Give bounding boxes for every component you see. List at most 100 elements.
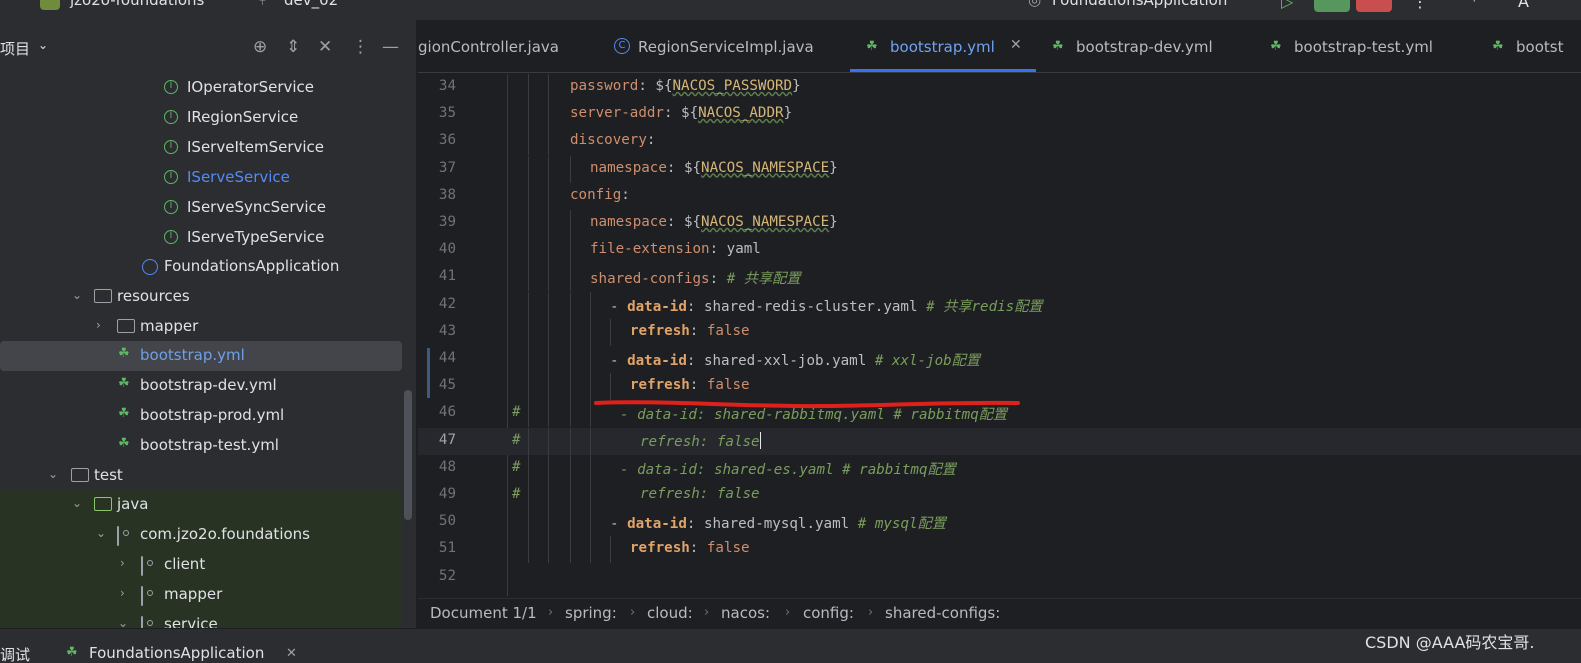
code-line[interactable]: 42 - data-id: shared-redis-cluster.yaml #… [418, 291, 1581, 319]
line-number[interactable]: 45 [418, 377, 456, 393]
chevron-down-icon[interactable]: ⌄ [38, 38, 48, 52]
tab-region-service-impl[interactable]: C RegionServiceImpl.java [608, 20, 838, 72]
tree-item-selected[interactable]: ☘ bootstrap.yml [0, 341, 402, 371]
code-line[interactable]: 47 # refresh: false [418, 427, 1581, 455]
tree-item[interactable]: I IOperatorService [0, 73, 402, 103]
line-number[interactable]: 39 [418, 214, 456, 230]
code-line[interactable]: 52 [418, 564, 1581, 591]
close-icon[interactable]: ✕ [286, 646, 297, 661]
code-line[interactable]: 44 - data-id: shared-xxl-job.yaml # xxl-j… [418, 346, 1581, 373]
tree-item[interactable]: ⌄ service [0, 610, 402, 628]
tab-region-controller[interactable]: gionController.java [418, 20, 598, 72]
options-icon[interactable]: ⋮ [352, 37, 369, 57]
code-line[interactable]: 51 refresh: false [418, 536, 1581, 564]
collapse-all-icon[interactable]: ✕ [318, 37, 332, 57]
chevron-down-icon[interactable]: ⌄ [118, 616, 128, 628]
translate-icon[interactable]: A [1518, 0, 1529, 11]
tree-item[interactable]: ⌄ com.jzo2o.foundations [0, 520, 402, 550]
code-line[interactable]: 38 config: [418, 182, 1581, 210]
line-number[interactable]: 46 [418, 404, 456, 420]
chevron-right-icon[interactable]: › [96, 318, 101, 332]
code-line[interactable]: 39 namespace: ${NACOS_NAMESPACE} [418, 210, 1581, 237]
breadcrumb-item[interactable]: config: [803, 604, 854, 622]
breadcrumb-item[interactable]: shared-configs: [885, 604, 1000, 622]
tree-item[interactable]: ⌄ resources [0, 282, 402, 312]
code-line[interactable]: 35 server-addr: ${NACOS_ADDR} [418, 101, 1581, 129]
tab-bootstrap-test-yml[interactable]: ☘ bootstrap-test.yml [1270, 20, 1480, 72]
project-badge-icon[interactable] [40, 0, 60, 10]
code-line[interactable]: 48 # - data-id: shared-es.yaml # rabbitmq配… [418, 454, 1581, 482]
line-number[interactable]: 44 [418, 350, 456, 366]
code-line[interactable]: 50 - data-id: shared-mysql.yaml # mysql配置 [418, 509, 1581, 537]
chevron-right-icon[interactable]: › [120, 586, 125, 600]
line-number[interactable]: 42 [418, 296, 456, 312]
chevron-down-icon[interactable]: ⌄ [72, 496, 82, 510]
run-config-tab[interactable]: FoundationsApplication [89, 644, 264, 662]
tree-item[interactable]: ☘ bootstrap-test.yml [0, 431, 402, 461]
tree-item[interactable]: I IServeTypeService [0, 223, 402, 253]
code-line[interactable]: 40 file-extension: yaml [418, 237, 1581, 265]
breadcrumb-item[interactable]: nacos: [721, 604, 770, 622]
chevron-right-icon[interactable]: › [120, 556, 125, 570]
tree-item[interactable]: I IServeItemService [0, 133, 402, 163]
line-number[interactable]: 51 [418, 540, 456, 556]
line-number[interactable]: 43 [418, 323, 456, 339]
tree-item[interactable]: › mapper [0, 580, 402, 610]
add-user-icon[interactable]: ⁺ [1470, 0, 1478, 11]
tree-item[interactable]: ☘ bootstrap-prod.yml [0, 401, 402, 431]
hide-panel-icon[interactable]: — [382, 37, 399, 57]
tree-item[interactable]: I IRegionService [0, 103, 402, 133]
run-icon[interactable]: ▷ [1281, 0, 1293, 11]
tab-bootstrap-yml[interactable]: ☘ bootstrap.yml ✕ [850, 20, 1036, 72]
line-number[interactable]: 52 [418, 568, 456, 584]
line-number[interactable]: 48 [418, 459, 456, 475]
locate-target-icon[interactable]: ⊕ [253, 37, 267, 57]
debug-tool-tab[interactable]: 调试 [0, 644, 30, 663]
line-number[interactable]: 41 [418, 268, 456, 284]
chevron-down-icon[interactable]: ⌄ [96, 526, 106, 540]
tree-item[interactable]: ⌄ test [0, 461, 402, 491]
line-number[interactable]: 50 [418, 513, 456, 529]
branch-name[interactable]: dev_02 [284, 0, 338, 9]
project-name[interactable]: jzo2o-foundations [70, 0, 204, 9]
chevron-down-icon[interactable]: ⌄ [48, 467, 58, 481]
line-number[interactable]: 40 [418, 241, 456, 257]
stop-button[interactable] [1356, 0, 1392, 12]
code-line[interactable]: 37 namespace: ${NACOS_NAMESPACE} [418, 155, 1581, 183]
line-number[interactable]: 34 [418, 78, 456, 94]
project-panel-title[interactable]: 项目 [0, 38, 30, 59]
breadcrumb-item[interactable]: spring: [565, 604, 617, 622]
code-line[interactable]: 45 refresh: false [418, 373, 1581, 401]
expand-all-icon[interactable]: ⇕ [286, 37, 300, 57]
tree-item[interactable]: ☘ bootstrap-dev.yml [0, 371, 402, 401]
tab-bootstrap-dev-yml[interactable]: ☘ bootstrap-dev.yml [1052, 20, 1252, 72]
tree-item[interactable]: › client [0, 550, 402, 580]
line-number[interactable]: 36 [418, 132, 456, 148]
line-number[interactable]: 38 [418, 187, 456, 203]
code-editor[interactable]: 34 password: ${NACOS_PASSWORD} 35 server-ad… [418, 74, 1581, 596]
tree-item[interactable]: ⌄ java [0, 490, 402, 520]
line-number[interactable]: 35 [418, 105, 456, 121]
breadcrumb-item[interactable]: cloud: [647, 604, 693, 622]
more-icon[interactable]: ⋮ [1412, 0, 1428, 11]
code-line[interactable]: 34 password: ${NACOS_PASSWORD} [418, 74, 1581, 101]
code-line[interactable]: 36 discovery: [418, 128, 1581, 156]
tree-item[interactable]: I IServeService [0, 163, 402, 193]
close-icon[interactable]: ✕ [1010, 37, 1022, 53]
tab-bootstrap-more[interactable]: ☘ bootst [1492, 20, 1581, 72]
run-config-selector[interactable]: FoundationsApplication [1052, 0, 1227, 9]
project-panel-scrollbar[interactable] [404, 390, 412, 520]
line-number[interactable]: 47 [418, 432, 456, 448]
code-line[interactable]: 49 # refresh: false [418, 482, 1581, 509]
line-number[interactable]: 37 [418, 160, 456, 176]
debug-button[interactable] [1314, 0, 1350, 12]
tree-item[interactable]: FoundationsApplication [0, 252, 402, 282]
tree-item[interactable]: › mapper [0, 312, 402, 342]
code-line[interactable]: 46 # - data-id: shared-rabbitmq.yaml # rab… [418, 400, 1581, 428]
chevron-down-icon[interactable]: ⌄ [72, 288, 82, 302]
breadcrumb-document[interactable]: Document 1/1 [430, 604, 537, 622]
line-number[interactable]: 49 [418, 486, 456, 502]
code-line[interactable]: 41 shared-configs: # 共享配置 [418, 264, 1581, 292]
tree-item[interactable]: I IServeSyncService [0, 193, 402, 223]
code-line[interactable]: 43 refresh: false [418, 318, 1581, 346]
